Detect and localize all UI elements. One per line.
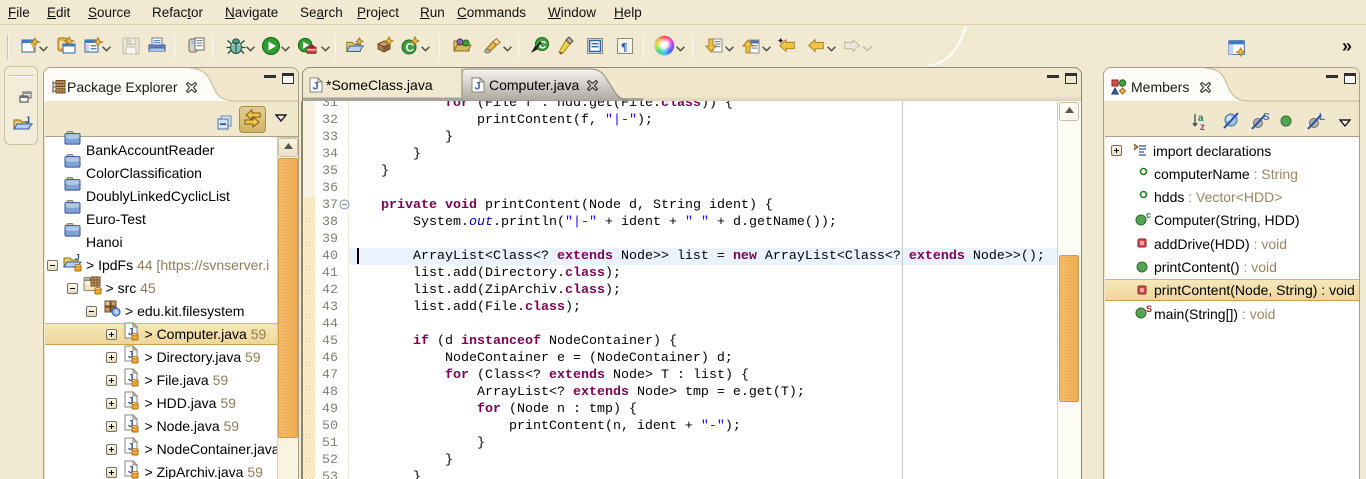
svg-text:J: J (25, 115, 30, 125)
svg-text:S: S (1263, 112, 1270, 123)
svg-text:¶: ¶ (621, 40, 627, 54)
svg-text:z: z (1200, 122, 1205, 131)
svg-text:J: J (313, 81, 319, 93)
svg-text:S: S (1146, 304, 1152, 314)
svg-text:c: c (1146, 211, 1151, 220)
svg-text:J: J (475, 81, 481, 93)
svg-text:J: J (75, 253, 80, 262)
svg-text:C: C (406, 41, 415, 55)
svg-text:C: C (539, 40, 547, 52)
